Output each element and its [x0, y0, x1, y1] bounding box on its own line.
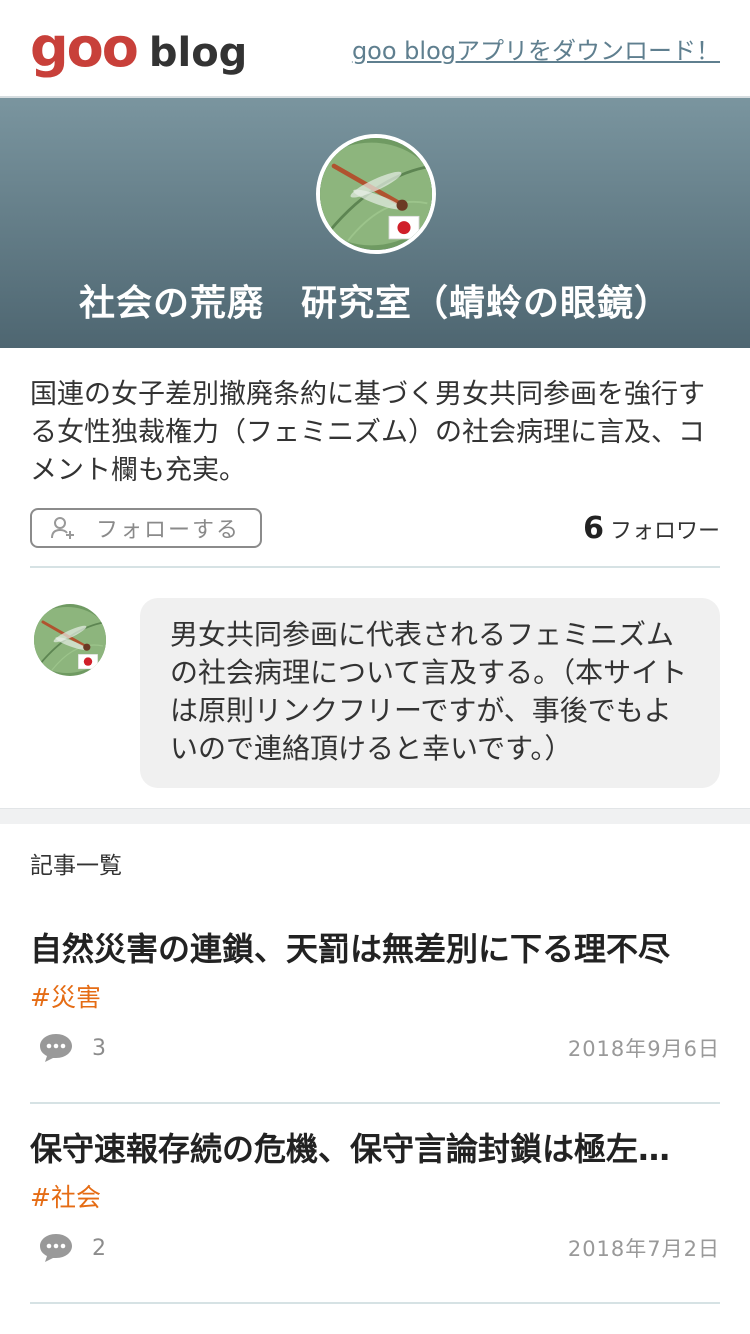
comment-count-value: 2 [92, 1235, 106, 1261]
article-date: 2018年9月6日 [567, 1037, 720, 1061]
follower-number: 6 [583, 510, 604, 546]
article-title[interactable]: 自然災害の連鎖、天罰は無差別に下る理不尽 [30, 924, 720, 970]
article-list-heading: 記事一覧 [30, 853, 122, 879]
follower-label: フォロワー [609, 518, 720, 544]
logo-blog-text: blog [148, 30, 248, 76]
app-download-link[interactable]: goo blogアプリをダウンロード！ [352, 31, 720, 66]
follow-button[interactable]: フォローする [30, 508, 262, 548]
blog-description: 国連の女子差別撤廃条約に基づく男女共同参画を強行する女性独裁権力（フェミニズム）… [30, 379, 705, 486]
follow-button-label: フォローする [96, 518, 241, 543]
blog-profile: 国連の女子差別撤廃条約に基づく男女共同参画を強行する女性独裁権力（フェミニズム）… [0, 348, 750, 568]
dragonfly-avatar-image [320, 138, 432, 250]
follower-count[interactable]: 6 フォロワー [583, 511, 720, 546]
bio-speech-bubble: 男女共同参画に代表されるフェミニズムの社会病理について言及する。（本サイトは原則… [140, 598, 720, 788]
article-date: 2018年7月2日 [567, 1237, 720, 1261]
article-item[interactable]: 保守速報存続の危機、保守言論封鎖は極左… #社会 2 2018年7月2日 [30, 1104, 720, 1304]
section-divider [0, 808, 750, 824]
comment-count[interactable]: 3 [38, 1032, 106, 1064]
blog-avatar[interactable] [316, 134, 436, 254]
add-user-icon [51, 517, 74, 539]
logo-goo-text: goo [30, 16, 139, 79]
article-item[interactable]: 自然災害の連鎖、天罰は無差別に下る理不尽 #災害 3 2018年9月6日 [30, 904, 720, 1104]
comment-count-value: 3 [92, 1035, 106, 1061]
article-tag[interactable]: #社会 [30, 1178, 101, 1214]
top-header: goo blog goo blogアプリをダウンロード！ [0, 0, 750, 98]
speech-bubble-icon [40, 1034, 72, 1062]
dragonfly-avatar-image [34, 604, 106, 676]
blog-title[interactable]: 社会の荒廃 研究室（蜻蛉の眼鏡） [0, 274, 750, 326]
comment-count[interactable]: 2 [38, 1232, 106, 1264]
article-tag[interactable]: #災害 [30, 978, 101, 1014]
article-title[interactable]: 保守速報存続の危機、保守言論封鎖は極左… [30, 1124, 720, 1170]
goo-blog-logo[interactable]: goo blog [30, 21, 247, 75]
blog-hero-banner: 社会の荒廃 研究室（蜻蛉の眼鏡） [0, 98, 750, 348]
blog-bio: 男女共同参画に代表されるフェミニズムの社会病理について言及する。（本サイトは原則… [0, 568, 750, 808]
speech-bubble-icon [40, 1234, 72, 1262]
article-meta: 3 2018年9月6日 [38, 1032, 720, 1064]
bio-avatar [34, 604, 106, 676]
follow-row: フォローする 6 フォロワー [30, 508, 720, 568]
article-meta: 2 2018年7月2日 [38, 1232, 720, 1264]
